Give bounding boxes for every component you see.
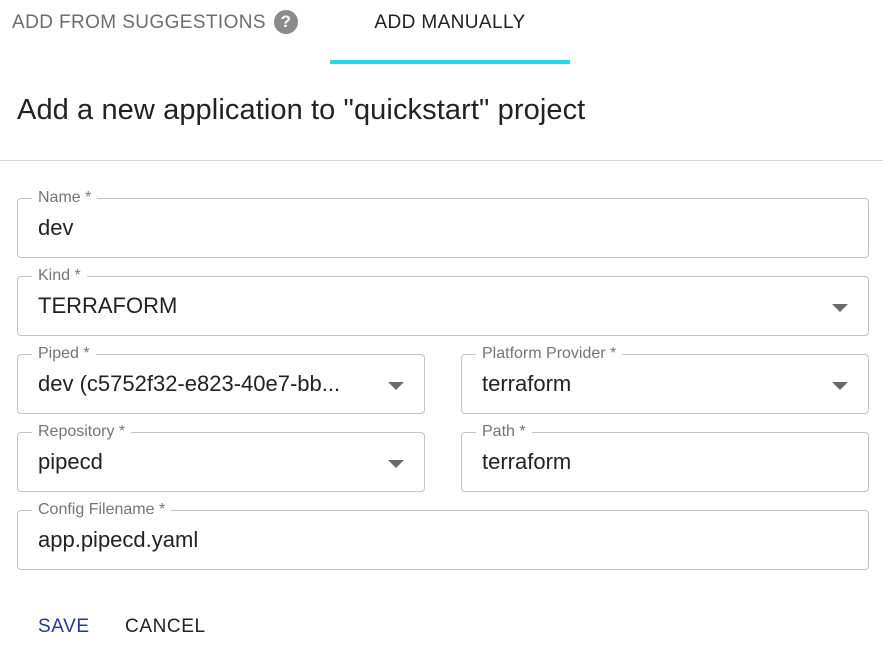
config-filename-field-value[interactable]: app.pipecd.yaml [38, 527, 198, 553]
platform-provider-select-label: Platform Provider * [476, 344, 623, 364]
dropdown-arrow-icon[interactable] [388, 460, 404, 468]
kind-select-label: Kind * [32, 266, 87, 286]
config-filename-field[interactable]: Config Filename * app.pipecd.yaml [17, 500, 869, 570]
tab-bar: ADD FROM SUGGESTIONS ? ADD MANUALLY [0, 0, 883, 64]
tab-add-from-suggestions[interactable]: ADD FROM SUGGESTIONS ? [0, 0, 330, 64]
tab-label-suggestions: ADD FROM SUGGESTIONS [12, 12, 266, 33]
question-mark-icon[interactable]: ? [273, 10, 298, 34]
repository-select-value[interactable]: pipecd [38, 449, 378, 475]
piped-select[interactable]: Piped * dev (c5752f32-e823-40e7-bb... [17, 344, 425, 414]
piped-select-label: Piped * [32, 344, 96, 364]
path-field[interactable]: Path * terraform [461, 422, 869, 492]
active-tab-indicator [330, 60, 570, 64]
save-button[interactable]: SAVE [38, 612, 90, 642]
name-field[interactable]: Name * dev [17, 188, 869, 258]
dropdown-arrow-icon[interactable] [388, 382, 404, 390]
name-field-value[interactable]: dev [38, 215, 73, 241]
page-title: Add a new application to "quickstart" pr… [17, 94, 586, 126]
repository-select[interactable]: Repository * pipecd [17, 422, 425, 492]
cancel-button[interactable]: CANCEL [125, 612, 206, 642]
dropdown-arrow-icon[interactable] [832, 382, 848, 390]
platform-provider-select[interactable]: Platform Provider * terraform [461, 344, 869, 414]
kind-select[interactable]: Kind * TERRAFORM [17, 266, 869, 336]
path-field-value[interactable]: terraform [482, 449, 571, 475]
kind-select-value[interactable]: TERRAFORM [38, 293, 177, 319]
path-field-label: Path * [476, 422, 532, 442]
tab-label-manual: ADD MANUALLY [374, 12, 526, 33]
piped-select-value[interactable]: dev (c5752f32-e823-40e7-bb... [38, 371, 378, 397]
divider [0, 160, 883, 161]
dropdown-arrow-icon[interactable] [832, 304, 848, 312]
tab-add-manually[interactable]: ADD MANUALLY [330, 0, 570, 64]
repository-select-label: Repository * [32, 422, 132, 442]
config-filename-field-label: Config Filename * [32, 500, 172, 520]
name-field-label: Name * [32, 188, 98, 208]
platform-provider-select-value[interactable]: terraform [482, 371, 822, 397]
